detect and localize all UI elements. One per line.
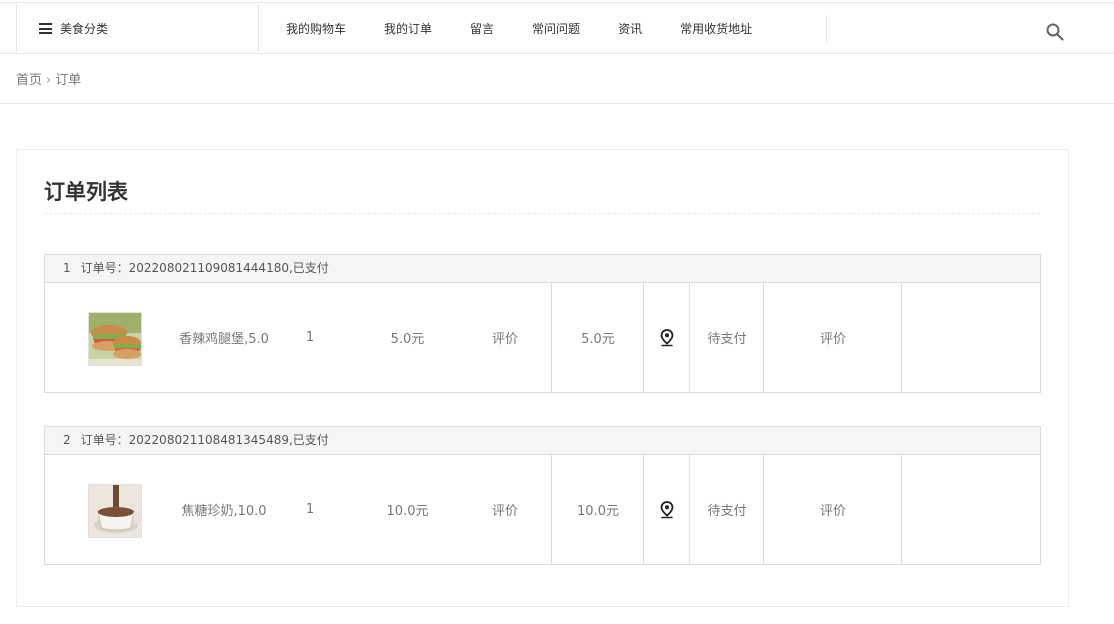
location-cell[interactable] [644, 283, 690, 392]
nav-item-news[interactable]: 资讯 [599, 20, 661, 37]
product-image-milk-tea [88, 484, 142, 538]
main-nav: 我的购物车 我的订单 留言 常问问题 资讯 常用收货地址 [267, 3, 771, 54]
nav-item-faq[interactable]: 常问问题 [513, 20, 599, 37]
map-pin-icon[interactable] [660, 328, 674, 347]
map-pin-icon[interactable] [660, 500, 674, 519]
column-divider [901, 455, 902, 564]
order-index: 2 [63, 433, 71, 447]
title-divider [44, 213, 1040, 214]
breadcrumb-bar: 首页 › 订单 [0, 54, 1114, 104]
product-image-burger [88, 312, 142, 366]
product-quantity: 1 [305, 330, 315, 345]
product-price: 10.0元 [386, 504, 429, 519]
order-total: 5.0元 [581, 332, 615, 347]
nav-item-orders[interactable]: 我的订单 [365, 20, 451, 37]
nav-item-messages[interactable]: 留言 [451, 20, 513, 37]
product-name: 焦糖珍奶,10.0 [181, 504, 267, 519]
breadcrumb-separator: › [46, 73, 52, 88]
hamburger-menu-icon [39, 23, 52, 34]
product-name: 香辣鸡腿堡,5.0 [179, 332, 269, 347]
breadcrumb-home[interactable]: 首页 [16, 73, 42, 88]
order-header: 1 订单号：202208021109081444180,已支付 [44, 254, 1041, 283]
order-card: 2 订单号：202208021108481345489,已支付 焦糖珍奶,10.0… [44, 426, 1041, 565]
order-number: 订单号：202208021109081444180,已支付 [80, 261, 329, 275]
search-icon[interactable] [1046, 23, 1064, 41]
nav-item-addresses[interactable]: 常用收货地址 [661, 20, 771, 37]
order-row: 焦糖珍奶,10.0 1 10.0元 评价 10.0元 待支付 评价 [44, 455, 1041, 565]
nav-item-cart[interactable]: 我的购物车 [267, 20, 365, 37]
review-link[interactable]: 评价 [475, 283, 535, 392]
location-cell[interactable] [644, 455, 690, 564]
page-title: 订单列表 [44, 180, 128, 204]
review-button[interactable]: 评价 [764, 455, 902, 564]
nav-divider [826, 15, 827, 43]
order-header: 2 订单号：202208021108481345489,已支付 [44, 426, 1041, 455]
breadcrumb-current: 订单 [55, 73, 82, 88]
order-number: 订单号：202208021108481345489,已支付 [80, 433, 329, 447]
order-card: 1 订单号：202208021109081444180,已支付 香辣鸡腿堡,5.… [44, 254, 1041, 393]
category-label: 美食分类 [60, 22, 109, 36]
top-navigation: 美食分类 我的购物车 我的订单 留言 常问问题 资讯 常用收货地址 [0, 2, 1114, 54]
order-status: 待支付 [707, 332, 747, 347]
review-button[interactable]: 评价 [764, 283, 902, 392]
order-index: 1 [63, 261, 71, 275]
order-total: 10.0元 [577, 504, 619, 519]
category-menu[interactable]: 美食分类 [16, 3, 259, 54]
order-list-panel: 订单列表 1 订单号：202208021109081444180,已支付 香辣鸡… [16, 149, 1069, 607]
column-divider [901, 283, 902, 392]
review-link[interactable]: 评价 [475, 455, 535, 564]
order-row: 香辣鸡腿堡,5.0 1 5.0元 评价 5.0元 待支付 评价 [44, 283, 1041, 393]
breadcrumb: 首页 › 订单 [16, 69, 81, 88]
product-price: 5.0元 [390, 332, 425, 347]
order-status: 待支付 [707, 504, 747, 519]
product-quantity: 1 [305, 502, 315, 517]
